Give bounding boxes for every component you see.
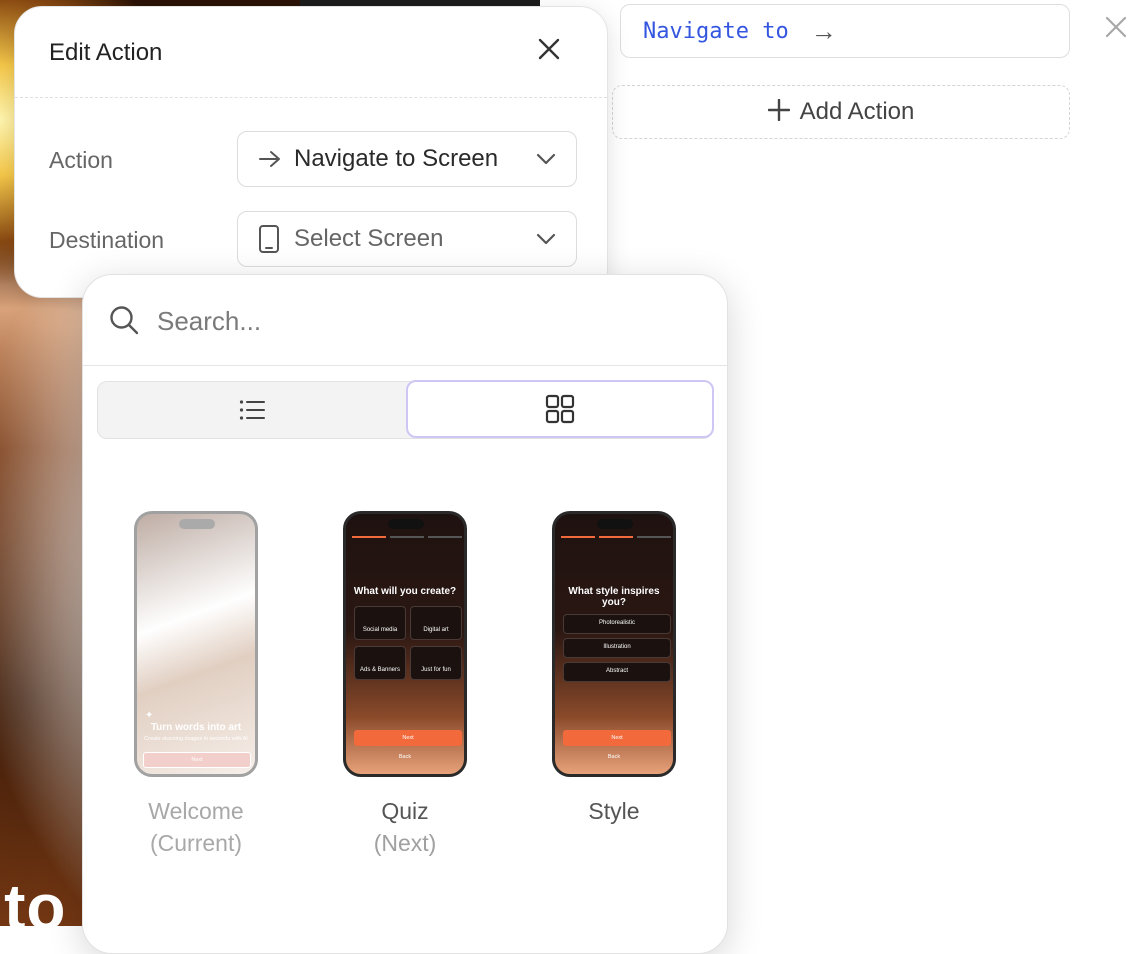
- screen-tag: (Current): [149, 830, 242, 856]
- screen-name: Quiz: [381, 798, 429, 824]
- phone-icon: [258, 224, 286, 254]
- screen-name: Style: [588, 798, 640, 824]
- edit-action-panel: Edit Action Action Navigate to Screen De…: [14, 6, 608, 298]
- preview-next-button: Next: [563, 730, 671, 746]
- search-input[interactable]: [155, 297, 679, 345]
- preview-next-button: Next: [354, 730, 462, 746]
- action-select-value: Navigate to Screen: [294, 145, 499, 172]
- screen-picker-dropdown: ✦ Turn words into art Create stunning im…: [82, 274, 728, 954]
- phone-notch: [179, 519, 215, 529]
- preview-title: Turn words into art: [150, 722, 242, 733]
- preview-next-button: Next: [143, 752, 251, 768]
- screen-card-caption: Style: [549, 795, 679, 827]
- progress-segment: [561, 536, 595, 538]
- add-action-label: Add Action: [799, 98, 915, 125]
- preview-option: Abstract: [563, 662, 671, 682]
- close-icon: [538, 38, 560, 60]
- progress-segment: [428, 536, 462, 538]
- progress-segment: [390, 536, 424, 538]
- chevron-down-icon: [536, 148, 556, 171]
- canvas-heading-text: nto: [0, 871, 67, 943]
- close-panel-button[interactable]: [533, 35, 565, 67]
- destination-select-placeholder: Select Screen: [294, 225, 444, 252]
- preview-back-link: Back: [398, 754, 412, 760]
- search-row: [83, 275, 727, 366]
- grid-icon: [545, 394, 575, 424]
- progress-segment: [599, 536, 633, 538]
- panel-divider: [15, 97, 607, 98]
- preview-option: Illustration: [563, 638, 671, 658]
- preview-option: Social media: [354, 606, 406, 640]
- phone-notch: [388, 519, 424, 529]
- action-item-navigate[interactable]: Navigate to →: [620, 4, 1070, 58]
- list-icon: [239, 400, 265, 420]
- screen-thumbnail: ✦ Turn words into art Create stunning im…: [134, 511, 258, 777]
- destination-select[interactable]: Select Screen: [237, 211, 577, 267]
- action-item-label: Navigate to: [643, 18, 789, 44]
- view-mode-toggle: [97, 380, 714, 439]
- screen-thumbnail: What style inspires you? Photorealistic …: [552, 511, 676, 777]
- screen-card-caption: Welcome (Current): [131, 795, 261, 859]
- preview-subtitle: Create stunning images in seconds with A…: [144, 736, 248, 742]
- plus-icon: [767, 97, 790, 127]
- preview-option: Just for fun: [410, 646, 462, 680]
- action-select[interactable]: Navigate to Screen: [237, 131, 577, 187]
- search-icon: [109, 305, 139, 335]
- preview-option: Ads & Banners: [354, 646, 406, 680]
- arrow-right-icon: →: [810, 15, 837, 46]
- screen-thumbnail: What will you create? Social media Digit…: [343, 511, 467, 777]
- list-view-button[interactable]: [98, 382, 406, 438]
- preview-question: What style inspires you?: [568, 586, 660, 608]
- sparkle-icon: ✦: [145, 710, 154, 721]
- preview-back-link: Back: [607, 754, 621, 760]
- screen-card-welcome[interactable]: ✦ Turn words into art Create stunning im…: [131, 511, 261, 859]
- destination-field-label: Destination: [49, 227, 165, 253]
- remove-action-close-icon[interactable]: [1100, 14, 1132, 46]
- add-action-button[interactable]: Add Action: [612, 85, 1070, 139]
- preview-question: What will you create?: [353, 586, 457, 597]
- grid-view-button[interactable]: [406, 380, 714, 438]
- screen-card-quiz[interactable]: What will you create? Social media Digit…: [340, 511, 470, 859]
- progress-segment: [637, 536, 671, 538]
- arrow-right-icon: [258, 149, 286, 169]
- preview-option: Photorealistic: [563, 614, 671, 634]
- preview-option: Digital art: [410, 606, 462, 640]
- screen-card-caption: Quiz (Next): [340, 795, 470, 859]
- screen-tag: (Next): [373, 830, 437, 856]
- panel-title: Edit Action: [49, 39, 163, 66]
- action-field-label: Action: [49, 147, 113, 173]
- phone-notch: [597, 519, 633, 529]
- screen-name: Welcome: [148, 798, 244, 824]
- screen-card-style[interactable]: What style inspires you? Photorealistic …: [549, 511, 679, 827]
- chevron-down-icon: [536, 228, 556, 251]
- progress-segment: [352, 536, 386, 538]
